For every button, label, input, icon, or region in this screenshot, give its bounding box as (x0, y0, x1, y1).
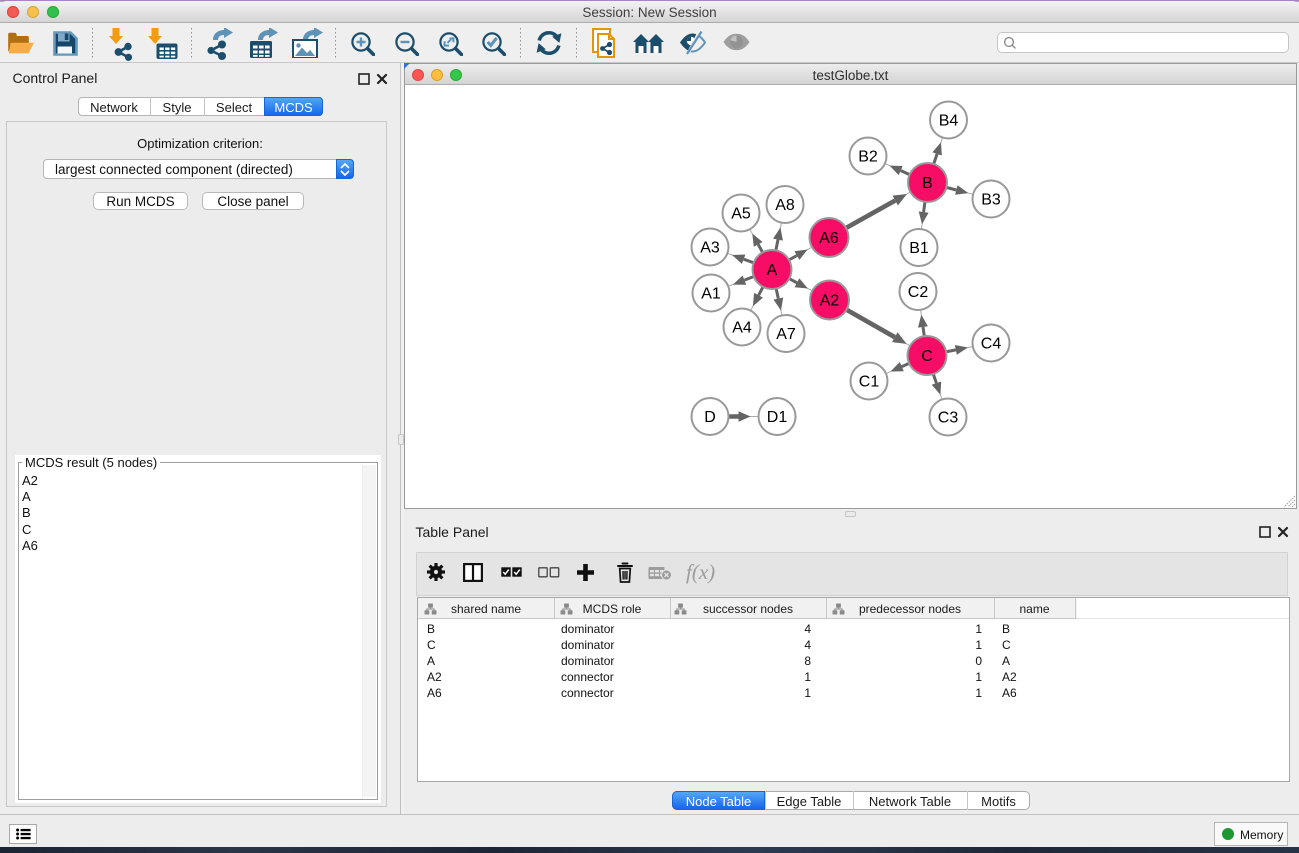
svg-text:B4: B4 (939, 113, 959, 130)
svg-text:A: A (767, 262, 778, 279)
svg-text:C3: C3 (938, 410, 959, 427)
svg-text:B1: B1 (909, 240, 929, 257)
svg-text:A5: A5 (731, 206, 751, 223)
svg-text:B2: B2 (858, 149, 878, 166)
svg-text:D: D (704, 409, 716, 426)
svg-text:C2: C2 (908, 284, 929, 301)
svg-text:C1: C1 (859, 374, 880, 391)
svg-text:A6: A6 (819, 230, 839, 247)
svg-text:A1: A1 (701, 286, 721, 303)
svg-text:A7: A7 (776, 326, 796, 343)
svg-text:C: C (921, 348, 933, 365)
svg-text:A8: A8 (775, 197, 795, 214)
svg-text:C4: C4 (981, 336, 1002, 353)
svg-text:A3: A3 (700, 240, 720, 257)
svg-text:A4: A4 (732, 320, 752, 337)
svg-text:D1: D1 (767, 409, 788, 426)
svg-text:B: B (922, 175, 933, 192)
svg-text:B3: B3 (981, 192, 1001, 209)
svg-text:A2: A2 (820, 293, 840, 310)
